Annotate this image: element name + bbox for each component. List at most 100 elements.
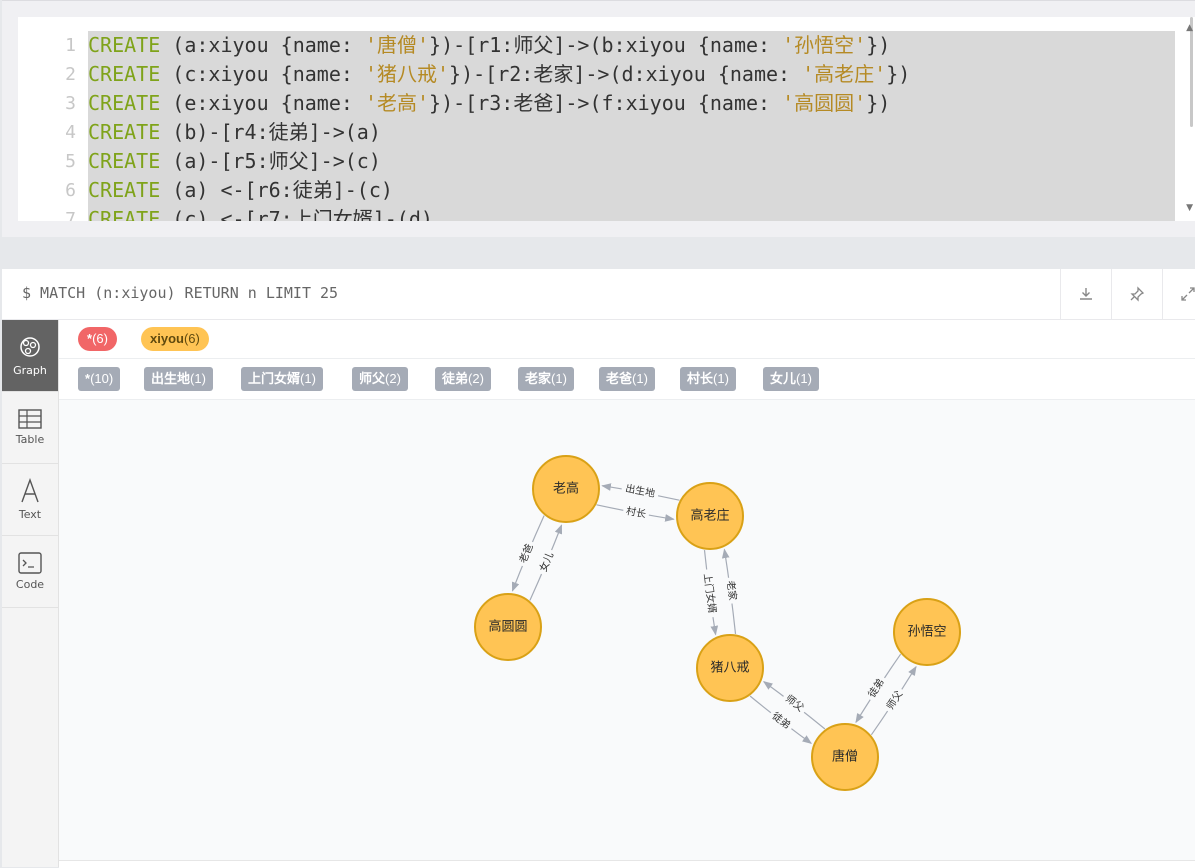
tag-count: (1) [300,371,316,386]
code-string: '孙悟空' [782,33,867,57]
graph-icon [20,337,40,357]
editor-scrollbar[interactable] [1190,17,1193,127]
code-string: '高老庄' [802,62,887,86]
code-keyword: CREATE [88,62,161,86]
sidebar-item-table[interactable]: Table [2,392,58,464]
code-token: })-[r3:老爸]->(f:xiyou {name: [429,91,783,115]
tag-name: 女儿 [770,371,797,386]
text-icon [21,478,39,503]
view-sidebar: Graph Table Text Code [2,320,59,867]
code-line[interactable]: CREATE (b)-[r4:徒弟]->(a) [88,118,381,147]
editor-card: CREATE (a:xiyou {name: '唐僧'})-[r1:师父]->(… [2,0,1195,237]
fullscreen-button[interactable] [1162,269,1195,319]
code-token: }) [866,91,891,115]
graph-canvas[interactable]: 村长 出生地 女儿 老爸 老家 上门女婿 徒弟 师父 师父 徒弟 老高 高老庄 高圆圆 猪八戒 孙悟空 唐僧 … [59,320,1195,868]
tag-name: 师父 [359,371,386,386]
tag-name: 老爸 [606,371,633,386]
graph-node-zhubajie[interactable]: 猪八戒 [696,634,764,702]
scroll-up-icon[interactable]: ▲ [1186,23,1193,33]
relationship-type-tag[interactable]: *(10) [78,367,121,391]
code-line[interactable]: CREATE (c:xiyou {name: '猪八戒'})-[r2:老家]->… [88,60,910,89]
download-icon [1080,288,1092,300]
tag-name: 出生地 [151,371,191,386]
code-token: })-[r1:师父]->(b:xiyou {name: [429,33,783,57]
code-icon [18,552,42,574]
code-line[interactable]: CREATE (a:xiyou {name: '唐僧'})-[r1:师父]->(… [88,31,890,60]
graph-visualization[interactable]: 村长出生地女儿老爸老家上门女婿徒弟师父 师父徒弟老高高老庄高圆圆猪八戒孙悟空唐僧 [59,320,1195,860]
node-label-pill[interactable]: xiyou(6) [141,327,209,351]
query-text[interactable]: $ MATCH (n:xiyou) RETURN n LIMIT 25 [22,284,338,302]
pin-button[interactable] [1111,269,1162,319]
code-token: }) [886,62,911,86]
result-frame: $ MATCH (n:xiyou) RETURN n LIMIT 25 Grap… [2,269,1195,868]
node-caption: 猪八戒 [710,661,749,676]
code-token: }) [866,33,891,57]
pill-count: (6) [183,331,200,346]
tag-count: (1) [190,371,206,386]
node-caption: 唐僧 [832,749,858,765]
graph-node-tangseng[interactable]: 唐僧 [811,723,879,791]
tag-name: 徒弟 [442,371,469,386]
scroll-down-icon[interactable]: ▼ [1186,203,1193,213]
line-number: 6 [65,180,76,201]
line-number: 1 [65,35,76,56]
code-line[interactable]: CREATE (c) <-[r7:上门女婿]-(d) [88,205,433,221]
relationship-type-tag[interactable]: 村长(1) [680,367,736,391]
code-line[interactable]: CREATE (a) <-[r6:徒弟]-(c) [88,176,393,205]
code-token: (a)-[r5:师父]->(c) [160,149,381,173]
edge-label: 上门女婿 [701,573,719,614]
code-keyword: CREATE [88,120,161,144]
graph-node-gaolaozhuang[interactable]: 高老庄 [676,482,744,550]
sidebar-label: Graph [13,364,47,377]
download-button[interactable] [1060,269,1111,319]
node-label-pill[interactable]: *(6) [78,327,117,351]
graph-node-sunwukong[interactable]: 孙悟空 [893,598,961,666]
tag-name: 老家 [525,371,552,386]
tag-count: (1) [713,371,729,386]
relationship-type-tag[interactable]: 师父(2) [352,367,408,391]
code-selection-area[interactable]: CREATE (a:xiyou {name: '唐僧'})-[r1:师父]->(… [88,31,1175,221]
relationship-type-tag[interactable]: 出生地(1) [144,367,213,391]
sidebar-item-code[interactable]: Code [2,536,58,608]
code-line[interactable]: CREATE (e:xiyou {name: '老高'})-[r3:老爸]->(… [88,89,890,118]
relationship-types-legend: *(10) 出生地(1) 上门女婿(1) 师父(2) 徒弟(2) 老家(1) 老爸(1) 村长… [59,359,1195,400]
code-token: (a) <-[r6:徒弟]-(c) [160,178,393,202]
code-string: '高圆圆' [782,91,867,115]
line-number: 7 [65,209,76,221]
line-number: 5 [65,151,76,172]
tag-count: (1) [796,371,812,386]
relationship-type-tag[interactable]: 老家(1) [518,367,574,391]
line-number: 4 [65,122,76,143]
node-labels-legend: *(6) xiyou(6) [59,320,1195,359]
edge-label: 出生地 [624,482,656,500]
code-string: '唐僧' [364,33,430,57]
code-keyword: CREATE [88,33,161,57]
sidebar-item-text[interactable]: Text [2,464,58,536]
code-keyword: CREATE [88,91,161,115]
code-string: '老高' [364,91,430,115]
tag-count: (1) [551,371,567,386]
relationship-type-tag[interactable]: 徒弟(2) [435,367,491,391]
relationship-type-tag[interactable]: 上门女婿(1) [241,367,323,391]
code-editor[interactable]: CREATE (a:xiyou {name: '唐僧'})-[r1:师父]->(… [18,17,1195,221]
tag-count: (10) [90,371,114,386]
code-keyword: CREATE [88,149,161,173]
code-token: (e:xiyou {name: [160,91,365,115]
relationship-type-tag[interactable]: 女儿(1) [763,367,819,391]
code-token: (b)-[r4:徒弟]->(a) [160,120,381,144]
tag-count: (2) [468,371,484,386]
pill-name: xiyou [150,331,184,346]
query-bar: $ MATCH (n:xiyou) RETURN n LIMIT 25 [2,269,1195,320]
graph-node-gaoyuanyuan[interactable]: 高圆圆 [474,593,542,661]
pill-count: (6) [92,331,108,346]
code-line[interactable]: CREATE (a)-[r5:师父]->(c) [88,147,381,176]
node-caption: 孙悟空 [907,625,946,640]
sidebar-item-graph[interactable]: Graph [2,320,58,392]
node-caption: 高圆圆 [488,619,527,635]
code-token: })-[r2:老家]->(d:xiyou {name: [449,62,803,86]
graph-node-laogao[interactable]: 老高 [532,455,600,523]
relationship-type-tag[interactable]: 老爸(1) [599,367,655,391]
tag-name: 村长 [687,371,714,386]
sidebar-label: Text [18,508,42,521]
code-keyword: CREATE [88,178,161,202]
